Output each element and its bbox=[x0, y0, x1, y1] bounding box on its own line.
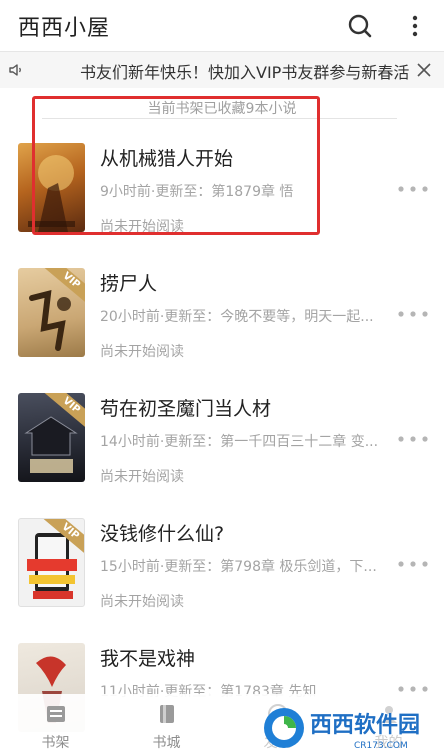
reading-status: 尚未开始阅读 bbox=[100, 594, 184, 610]
book-update-info: 9小时前·更新至：第1879章 悟 bbox=[100, 184, 294, 200]
book-update-info: 14小时前·更新至：第一千四百三十二章 变... bbox=[100, 434, 379, 450]
reading-status: 尚未开始阅读 bbox=[100, 219, 184, 235]
search-icon bbox=[348, 14, 372, 38]
app-bar: 西西小屋 bbox=[0, 0, 444, 52]
book-update-info: 20小时前·更新至：今晚不要等，明天一起... bbox=[100, 309, 374, 325]
shelf-count-text: 当前书架已收藏9本小说 bbox=[147, 101, 297, 117]
more-horizontal-icon[interactable] bbox=[396, 308, 430, 320]
more-horizontal-icon[interactable] bbox=[396, 183, 430, 195]
book-item[interactable]: VIP 捞尸人 20小时前·更新至：今晚不要等，明天一起... 尚未开始阅读 bbox=[0, 268, 444, 392]
notice-text: 书友们新年快乐！快加入VIP书友群参与新春活动 bbox=[80, 63, 410, 82]
book-update-info: 15小时前·更新至：第798章 极乐剑道，下... bbox=[100, 559, 377, 575]
speaker-icon bbox=[9, 64, 21, 76]
more-horizontal-icon[interactable] bbox=[396, 558, 430, 570]
book-item[interactable]: VIP 没钱修什么仙? 15小时前·更新至：第798章 极乐剑道，下... 尚未… bbox=[0, 518, 444, 642]
close-icon[interactable] bbox=[415, 61, 433, 79]
svg-text:CR173.COM: CR173.COM bbox=[354, 741, 408, 751]
nav-tab-bookshelf[interactable]: 书架 bbox=[0, 694, 111, 756]
more-horizontal-icon[interactable] bbox=[396, 433, 430, 445]
divider bbox=[42, 118, 397, 119]
bookstore-icon bbox=[160, 705, 174, 723]
book-cover: VIP bbox=[18, 268, 85, 357]
book-cover: VIP bbox=[18, 518, 85, 607]
book-item[interactable]: 从机械猎人开始 9小时前·更新至：第1879章 悟 尚未开始阅读 bbox=[0, 143, 444, 267]
more-vertical-icon bbox=[412, 15, 418, 37]
book-title: 我不是戏神 bbox=[100, 648, 196, 670]
book-title: 没钱修什么仙? bbox=[100, 523, 225, 545]
overflow-menu-button[interactable] bbox=[403, 12, 427, 40]
book-title: 苟在初圣魔门当人材 bbox=[100, 398, 272, 420]
book-cover: VIP bbox=[18, 393, 85, 482]
bookshelf-icon bbox=[47, 706, 65, 722]
cover-art bbox=[28, 155, 75, 232]
reading-status: 尚未开始阅读 bbox=[100, 469, 184, 485]
notice-bar[interactable]: 书友们新年快乐！快加入VIP书友群参与新春活动 bbox=[0, 52, 444, 88]
nav-tab-bookstore[interactable]: 书城 bbox=[111, 694, 222, 756]
book-title: 从机械猎人开始 bbox=[100, 148, 234, 170]
nav-label: 书架 bbox=[41, 735, 70, 751]
app-title: 西西小屋 bbox=[18, 16, 111, 41]
site-watermark-logo: 西西软件园 CR173.COM bbox=[258, 704, 444, 752]
reading-status: 尚未开始阅读 bbox=[100, 344, 184, 360]
svg-text:西西软件园: 西西软件园 bbox=[310, 712, 420, 738]
book-title: 捞尸人 bbox=[100, 273, 158, 295]
book-cover bbox=[18, 143, 85, 232]
search-button[interactable] bbox=[346, 12, 374, 40]
book-item[interactable]: VIP 苟在初圣魔门当人材 14小时前·更新至：第一千四百三十二章 变... 尚… bbox=[0, 393, 444, 517]
nav-label: 书城 bbox=[152, 735, 181, 751]
